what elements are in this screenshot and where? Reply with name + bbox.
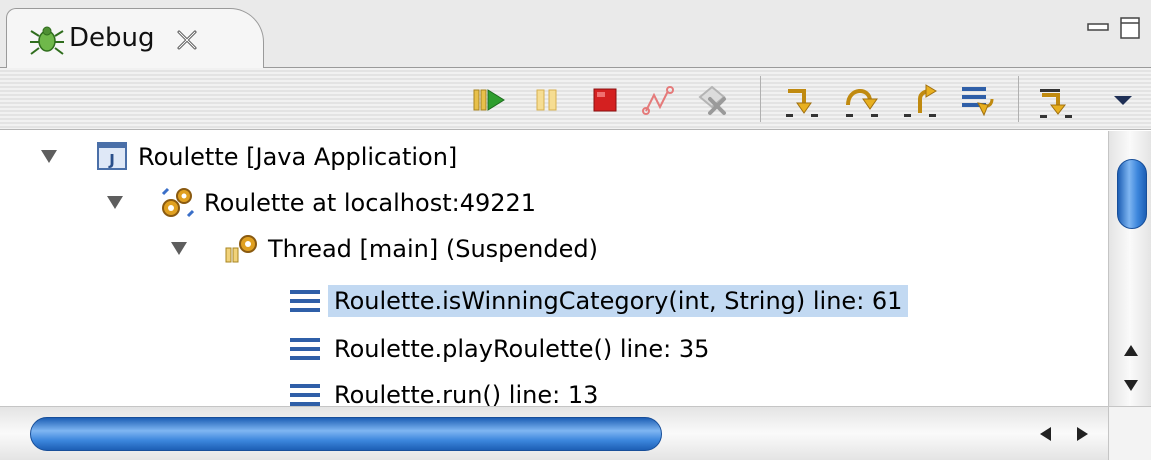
stack-frame-icon xyxy=(290,290,320,312)
debug-view-tab[interactable]: Debug xyxy=(6,8,264,69)
step-into-icon xyxy=(786,89,818,117)
resume-button[interactable] xyxy=(470,81,508,119)
tree-row-stack-frame[interactable]: Roulette.run() line: 13 xyxy=(0,373,1108,406)
resume-icon xyxy=(473,89,505,111)
remove-terminated-icon xyxy=(698,85,726,115)
suspend-button[interactable] xyxy=(528,81,566,119)
horizontal-scrollbar[interactable] xyxy=(0,406,1108,460)
terminate-icon xyxy=(593,88,617,112)
drop-to-frame-button[interactable] xyxy=(958,81,996,119)
tree-row-debug-target[interactable]: Roulette at localhost:49221 xyxy=(0,181,1108,225)
scroll-up-arrow-icon[interactable] xyxy=(1119,339,1143,363)
disconnect-button[interactable] xyxy=(640,81,678,119)
tree-row-thread[interactable]: Thread [main] (Suspended) xyxy=(0,227,1108,271)
scroll-right-arrow-icon[interactable] xyxy=(1070,422,1094,446)
expand-triangle-icon[interactable] xyxy=(40,147,58,165)
step-return-button[interactable] xyxy=(900,81,938,119)
remove-terminated-button[interactable] xyxy=(694,81,732,119)
scroll-left-arrow-icon[interactable] xyxy=(1034,422,1058,446)
drop-to-frame-icon xyxy=(962,87,994,117)
vertical-scroll-thumb[interactable] xyxy=(1117,159,1147,229)
tab-title: Debug xyxy=(69,23,155,53)
tree-row-stack-frame-selected[interactable]: Roulette.isWinningCategory(int, String) … xyxy=(0,279,1108,323)
toolbar-separator xyxy=(1018,76,1019,122)
tree-row-label: Roulette.run() line: 13 xyxy=(334,381,599,406)
step-into-button[interactable] xyxy=(782,81,820,119)
step-filters-icon xyxy=(1040,89,1072,118)
tree-row-launch[interactable]: J Roulette [Java Application] xyxy=(0,135,1108,179)
debug-bug-icon xyxy=(30,26,64,55)
svg-text:J: J xyxy=(108,151,115,169)
vertical-scrollbar[interactable] xyxy=(1108,131,1151,406)
stack-frame-icon xyxy=(290,384,320,406)
step-return-icon xyxy=(904,84,937,117)
tree-row-label: Roulette.playRoulette() line: 35 xyxy=(334,335,710,363)
minimize-icon[interactable] xyxy=(1086,16,1110,40)
step-over-icon xyxy=(846,89,878,117)
step-over-button[interactable] xyxy=(842,81,880,119)
maximize-icon[interactable] xyxy=(1118,16,1142,40)
scrollbar-corner xyxy=(1108,406,1151,460)
debug-tree[interactable]: J Roulette [Java Application] Roulette a… xyxy=(0,131,1108,406)
view-tab-bar: Debug xyxy=(0,0,1151,69)
debug-toolbar xyxy=(0,68,1151,130)
expand-triangle-icon[interactable] xyxy=(106,193,124,211)
tree-row-label: Roulette at localhost:49221 xyxy=(204,189,537,217)
debug-target-icon xyxy=(161,187,194,218)
toolbar-separator xyxy=(760,76,761,122)
expand-triangle-icon[interactable] xyxy=(170,239,188,257)
horizontal-scroll-thumb[interactable] xyxy=(30,417,662,451)
stack-frame-icon xyxy=(290,338,320,360)
view-menu-button[interactable] xyxy=(1104,81,1142,119)
tree-row-label: Roulette.isWinningCategory(int, String) … xyxy=(328,285,909,317)
close-icon[interactable] xyxy=(173,26,201,54)
suspend-icon xyxy=(536,89,557,111)
scroll-down-arrow-icon[interactable] xyxy=(1119,373,1143,397)
tree-row-label: Roulette [Java Application] xyxy=(138,143,458,171)
terminate-button[interactable] xyxy=(586,81,624,119)
use-step-filters-button[interactable] xyxy=(1036,81,1074,119)
suspended-thread-icon xyxy=(225,235,257,263)
tree-row-stack-frame[interactable]: Roulette.playRoulette() line: 35 xyxy=(0,327,1108,371)
disconnect-icon xyxy=(642,86,674,115)
tree-row-label: Thread [main] (Suspended) xyxy=(268,235,598,263)
java-application-icon: J xyxy=(97,142,127,170)
chevron-down-icon xyxy=(1114,96,1132,105)
